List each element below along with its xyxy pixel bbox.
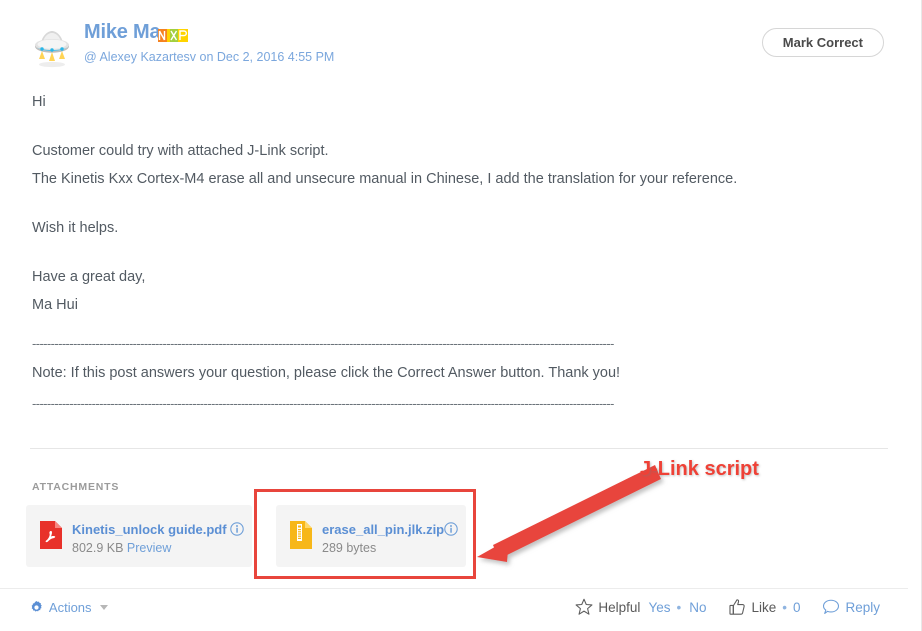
body-line-3: Wish it helps. xyxy=(32,220,119,237)
pdf-file-icon xyxy=(40,521,62,549)
body-line-4: Have a great day, xyxy=(32,269,146,286)
like-group: Like • 0 xyxy=(728,598,800,616)
gear-icon xyxy=(31,601,42,612)
avatar[interactable] xyxy=(28,24,76,72)
like-count: 0 xyxy=(792,599,801,615)
attachment-name[interactable]: Kinetis_unlock guide.pdf xyxy=(72,522,227,537)
helpful-label: Helpful xyxy=(598,599,641,615)
attachment-size: 802.9 KB xyxy=(72,541,124,555)
body-line-5: Ma Hui xyxy=(32,297,78,314)
reply-group[interactable]: Reply xyxy=(822,598,880,616)
post-container: Mike Ma @ Alexey Kazartesv on Dec 2, 201… xyxy=(0,0,922,631)
info-icon[interactable] xyxy=(444,522,458,536)
info-icon[interactable] xyxy=(230,522,244,536)
speech-bubble-icon[interactable] xyxy=(822,598,840,616)
actions-label: Actions xyxy=(48,600,92,615)
section-divider xyxy=(30,448,888,449)
body-note: Note: If this post answers your question… xyxy=(32,364,621,381)
attachment-meta: 802.9 KB Preview xyxy=(72,541,171,555)
body-divider-top: ----------------------------------------… xyxy=(32,336,614,352)
body-divider-bottom: ----------------------------------------… xyxy=(32,395,614,411)
thumbs-up-icon[interactable] xyxy=(728,598,746,616)
post-meta: @ Alexey Kazartesv on Dec 2, 2016 4:55 P… xyxy=(84,50,335,64)
zip-file-icon xyxy=(290,521,312,549)
helpful-separator: • xyxy=(676,599,682,615)
footer-actions: Helpful Yes • No Like • 0 Reply xyxy=(575,598,880,616)
attachment-preview-link[interactable]: Preview xyxy=(127,541,171,555)
attachments-section-label: ATTACHMENTS xyxy=(32,481,120,493)
like-separator: • xyxy=(782,599,787,615)
attachment-name[interactable]: erase_all_pin.jlk.zip xyxy=(322,522,444,537)
helpful-group: Helpful Yes • No xyxy=(575,598,706,616)
annotation-label: J-Link script xyxy=(640,458,759,480)
nxp-badge-icon xyxy=(158,29,188,42)
helpful-yes-link[interactable]: Yes xyxy=(648,600,670,615)
ufo-avatar-icon xyxy=(35,31,69,68)
helpful-no-link[interactable]: No xyxy=(689,600,706,615)
author-name[interactable]: Mike Ma xyxy=(84,21,161,44)
post-header: Mike Ma @ Alexey Kazartesv on Dec 2, 201… xyxy=(0,0,921,82)
post-body: Hi Customer could try with attached J-Li… xyxy=(32,92,882,422)
body-line-1: Customer could try with attached J-Link … xyxy=(32,143,329,160)
like-label[interactable]: Like xyxy=(751,600,776,615)
body-greeting: Hi xyxy=(32,94,46,110)
actions-menu-button[interactable]: Actions xyxy=(30,600,109,615)
reply-label[interactable]: Reply xyxy=(845,600,880,615)
attachments-list: Kinetis_unlock guide.pdf 802.9 KB Previe… xyxy=(26,505,626,567)
star-icon[interactable] xyxy=(575,598,593,616)
mark-correct-button[interactable]: Mark Correct xyxy=(761,28,884,57)
post-footer: Actions Helpful Yes • No Like • 0 Reply xyxy=(0,589,908,631)
attachment-size: 289 bytes xyxy=(322,541,377,555)
body-line-2: The Kinetis Kxx Cortex-M4 erase all and … xyxy=(32,171,738,188)
attachment-item[interactable]: erase_all_pin.jlk.zip 289 bytes xyxy=(276,505,466,567)
attachment-item[interactable]: Kinetis_unlock guide.pdf 802.9 KB Previe… xyxy=(26,505,252,567)
chevron-down-icon xyxy=(100,605,109,610)
attachment-meta: 289 bytes xyxy=(322,541,376,555)
